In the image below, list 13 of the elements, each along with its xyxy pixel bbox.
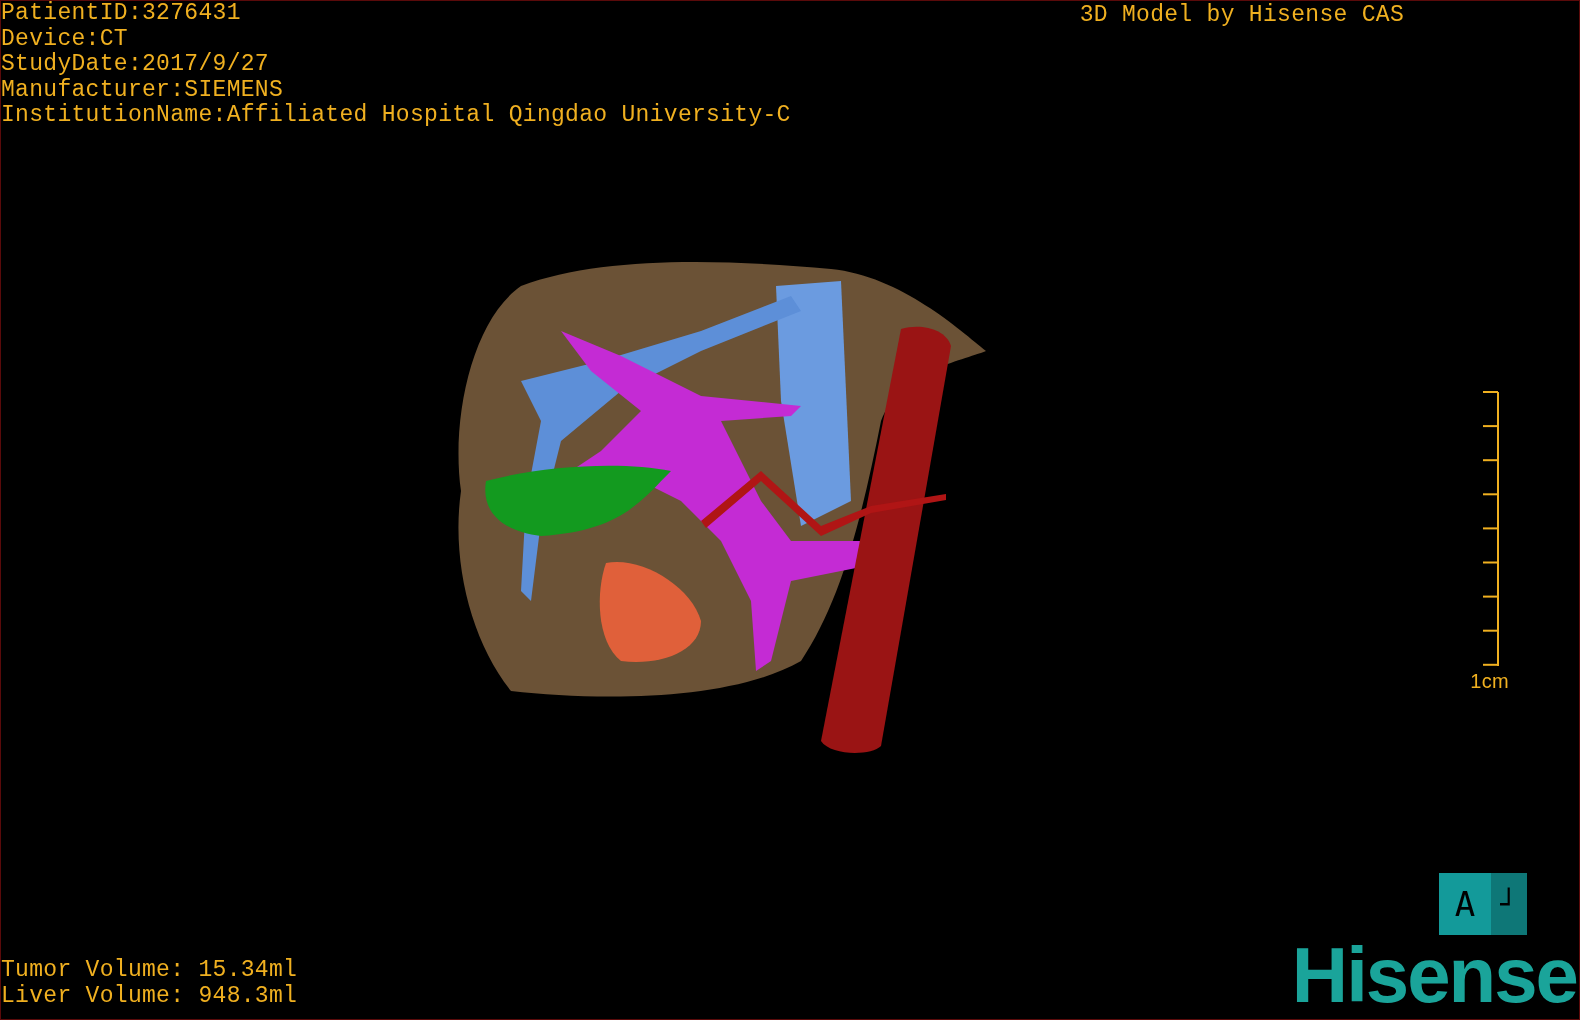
cube-face-label: A <box>1453 883 1477 926</box>
scale-label: 1cm <box>1470 669 1509 694</box>
info-text: Device:CT <box>1 26 129 52</box>
brand-logo: Hisense <box>1291 935 1577 1015</box>
info-text: Manufacturer:SIEMENS <box>1 77 285 103</box>
info-text: StudyDate:2017/9/27 <box>1 52 270 78</box>
orientation-cube[interactable]: A ┘ <box>1439 873 1527 935</box>
info-text: InstitutionName:Affiliated Hospital Qingdao University-C <box>1 103 791 129</box>
info-text: PatientID:3276431 <box>1 1 242 27</box>
viewer-title: 3D Model by Hisense CAS <box>1079 1 1404 30</box>
volume-text: Tumor Volume: 15.34ml <box>1 958 298 984</box>
volume-text: Liver Volume: 948.3ml <box>1 983 298 1009</box>
cube-face-label: ┘ <box>1491 873 1527 935</box>
